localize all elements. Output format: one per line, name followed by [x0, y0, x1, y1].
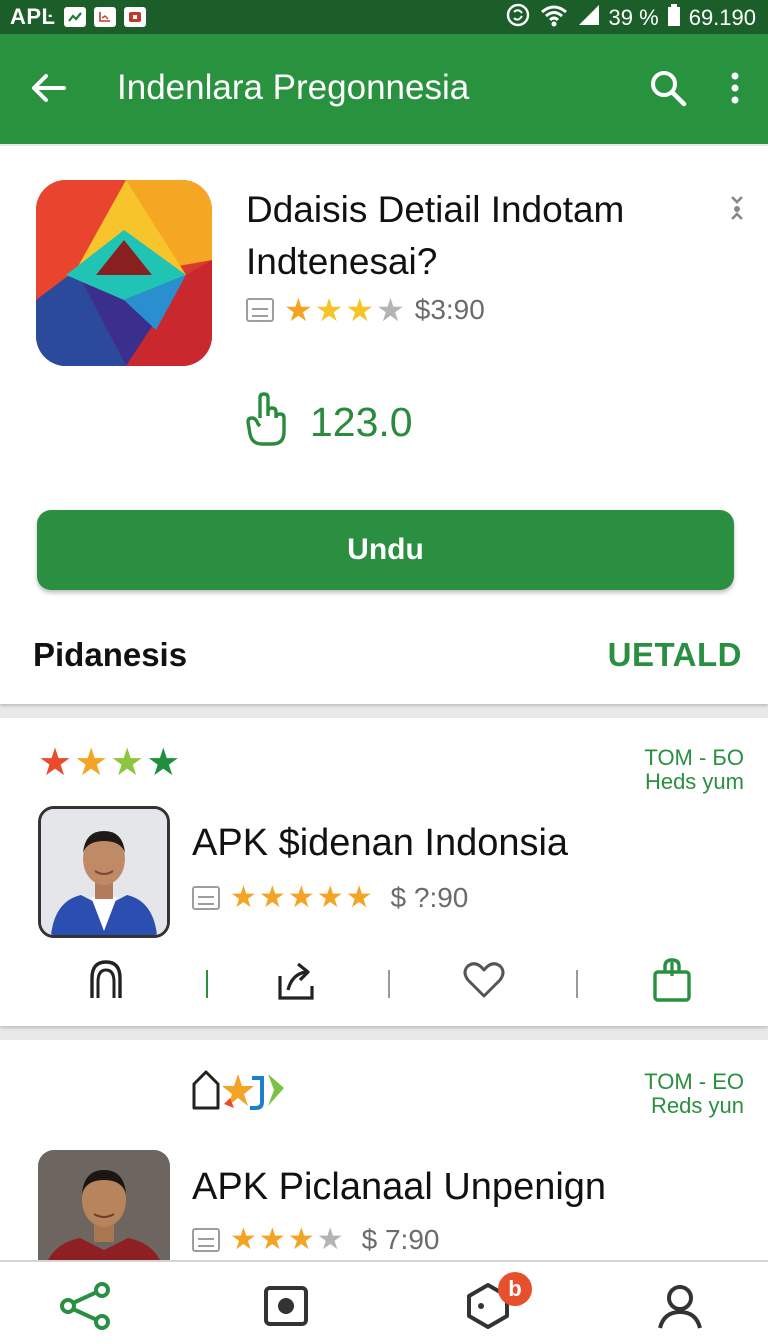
star-icon: ★ — [38, 742, 73, 784]
item-side-info: TOM - БO Heds yum — [644, 746, 744, 794]
profile-icon[interactable] — [656, 1282, 708, 1330]
notification-chart-icon — [63, 7, 86, 27]
app-logo — [36, 180, 212, 366]
status-right: 39 % 69.190 — [505, 2, 756, 33]
star-icon: ★ — [284, 292, 313, 328]
app-rating: ★ ★ ★ ★ — [284, 294, 405, 326]
star-icon: ★ — [376, 292, 405, 328]
store-tag-icon — [192, 1228, 220, 1252]
star-icon: ★ — [287, 881, 315, 914]
download-count: 123.0 — [246, 392, 413, 453]
divider — [576, 970, 578, 998]
item-badge-icons — [190, 1068, 290, 1117]
headphones-icon[interactable] — [84, 956, 128, 1004]
star-icon: ★ — [316, 881, 344, 914]
page-title: Indenlara Pregonnesia — [117, 68, 470, 107]
clock: 69.190 — [688, 4, 756, 30]
star-icon: ★ — [316, 1223, 344, 1256]
status-left: APĿ — [10, 4, 146, 30]
item-side-line1: TOM - БO — [644, 745, 744, 770]
install-button[interactable]: Undu — [37, 510, 734, 590]
item-price: $ ?:90 — [390, 882, 469, 913]
divider — [388, 970, 390, 998]
app-price: $3:90 — [414, 294, 485, 325]
app-title: Ddaisis Detiail Indotam Indtenesai? — [246, 189, 625, 282]
item-rating: ★ ★ ★ ★ — [230, 1225, 344, 1255]
section-label: Pidanesis — [33, 636, 188, 673]
options-icon[interactable] — [728, 194, 746, 222]
record-icon[interactable] — [262, 1282, 314, 1330]
status-carrier-text: APĿ — [10, 4, 56, 29]
search-icon[interactable] — [648, 68, 688, 108]
item-side-line1: TOM - EO — [644, 1069, 744, 1094]
bottom-nav: b — [0, 1260, 768, 1344]
share-icon[interactable] — [274, 956, 318, 1004]
star-icon: ★ — [110, 742, 145, 784]
star-icon: ★ — [287, 1223, 315, 1256]
store-tag-icon — [246, 298, 274, 322]
list-item[interactable]: TOM - EO Reds yun APK Piclanaal Unpenign… — [0, 1040, 768, 1272]
item-top-rating: ★ ★ ★ ★ — [38, 744, 180, 782]
signal-icon — [577, 3, 601, 32]
star-icon: ★ — [230, 881, 257, 914]
avatar — [38, 806, 170, 938]
item-actions — [0, 956, 768, 1012]
item-side-info: TOM - EO Reds yun — [644, 1070, 744, 1118]
item-title: APK Piclanaal Unpenign — [192, 1166, 607, 1208]
notification-badge: b — [498, 1272, 532, 1306]
list-item[interactable]: ★ ★ ★ ★ TOM - БO Heds yum APK $idenan In… — [0, 718, 768, 1026]
back-arrow-icon[interactable] — [28, 68, 68, 108]
star-icon: ★ — [146, 742, 181, 784]
star-icon: ★ — [230, 1223, 257, 1256]
star-icon: ★ — [74, 742, 109, 784]
section-details-link[interactable]: UETALD — [608, 636, 742, 674]
wifi-icon — [539, 3, 569, 32]
item-side-line2: Reds yun — [651, 1093, 744, 1118]
star-icon: ★ — [345, 881, 373, 914]
divider — [206, 970, 208, 998]
avatar — [38, 1150, 170, 1272]
item-meta: ★ ★ ★ ★ ★ $ ?:90 — [192, 882, 468, 914]
battery-icon — [667, 3, 681, 32]
app-meta: ★ ★ ★ ★ $3:90 — [246, 294, 485, 326]
item-side-line2: Heds yum — [644, 769, 744, 794]
shopping-bag-icon[interactable] — [650, 956, 694, 1004]
section-link-label: UETALD — [607, 636, 742, 673]
notification-app-icon — [123, 7, 146, 27]
star-icon: ★ — [258, 1223, 286, 1256]
star-icon: ★ — [345, 292, 375, 328]
store-tag-icon — [192, 886, 220, 910]
app-bar: Indenlara Pregonnesia — [0, 34, 768, 144]
tap-hand-icon — [246, 392, 290, 453]
status-bar: APĿ 39 % 69.190 — [0, 0, 768, 34]
item-title: APK $idenan Indonsia — [192, 822, 569, 864]
share-nodes-icon[interactable] — [60, 1282, 112, 1330]
item-rating: ★ ★ ★ ★ ★ — [230, 883, 373, 913]
downloads-value: 123.0 — [310, 399, 413, 445]
item-price: $ 7:90 — [361, 1224, 440, 1255]
app-detail-card: Ddaisis Detiail Indotam Indtenesai? ★ ★ … — [0, 146, 768, 704]
star-icon: ★ — [258, 881, 286, 914]
sync-icon — [505, 2, 531, 33]
star-icon: ★ — [314, 292, 344, 328]
notification-graph-icon — [93, 7, 116, 27]
item-meta: ★ ★ ★ ★ $ 7:90 — [192, 1224, 439, 1256]
more-vert-icon[interactable] — [722, 68, 748, 108]
heart-icon[interactable] — [462, 956, 506, 1004]
battery-percent: 39 % — [608, 4, 659, 30]
